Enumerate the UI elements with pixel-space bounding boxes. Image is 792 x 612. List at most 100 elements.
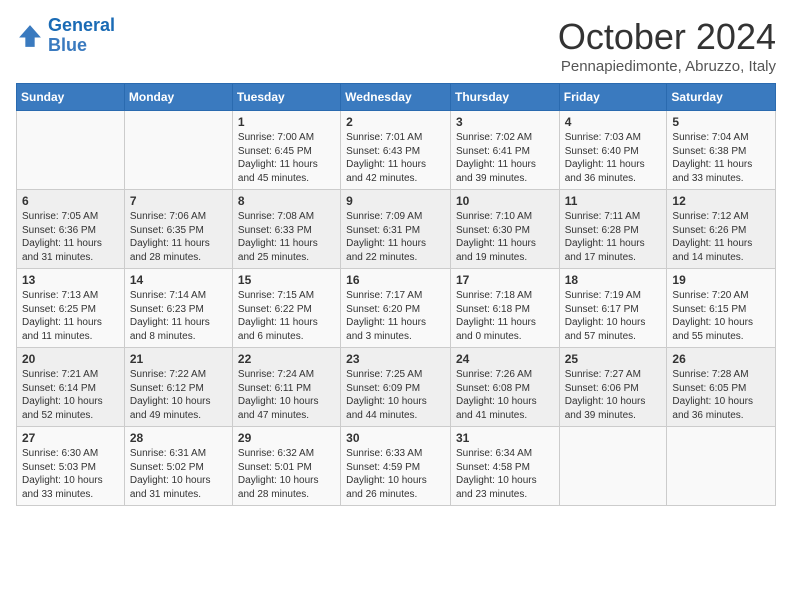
- day-number: 27: [22, 431, 119, 445]
- calendar-cell: 11 Sunrise: 7:11 AMSunset: 6:28 PMDayligh…: [559, 190, 667, 269]
- header-day-tuesday: Tuesday: [232, 84, 340, 111]
- day-number: 26: [672, 352, 770, 366]
- day-info: Sunrise: 7:01 AMSunset: 6:43 PMDaylight:…: [346, 131, 445, 185]
- day-number: 17: [456, 273, 554, 287]
- calendar-week-5: 27 Sunrise: 6:30 AMSunset: 5:03 PMDayligh…: [17, 427, 776, 506]
- day-info: Sunrise: 7:11 AMSunset: 6:28 PMDaylight:…: [565, 210, 662, 264]
- calendar-cell: [17, 111, 125, 190]
- logo: General Blue: [16, 16, 115, 56]
- calendar-cell: 26Sunrise: 7:28 AMSunset: 6:05 PMDayligh…: [667, 348, 776, 427]
- calendar-cell: 17 Sunrise: 7:18 AMSunset: 6:18 PMDayligh…: [450, 269, 559, 348]
- calendar-cell: 1 Sunrise: 7:00 AMSunset: 6:45 PMDaylight…: [232, 111, 340, 190]
- day-number: 29: [238, 431, 335, 445]
- calendar-cell: 22Sunrise: 7:24 AMSunset: 6:11 PMDayligh…: [232, 348, 340, 427]
- day-number: 12: [672, 194, 770, 208]
- calendar-cell: 2 Sunrise: 7:01 AMSunset: 6:43 PMDaylight…: [341, 111, 451, 190]
- calendar-cell: [667, 427, 776, 506]
- day-number: 20: [22, 352, 119, 366]
- day-info: Sunrise: 6:31 AMSunset: 5:02 PMDaylight:…: [130, 447, 227, 501]
- day-number: 3: [456, 115, 554, 129]
- day-number: 8: [238, 194, 335, 208]
- day-info: Sunrise: 7:03 AMSunset: 6:40 PMDaylight:…: [565, 131, 662, 185]
- day-info: Sunrise: 7:26 AMSunset: 6:08 PMDaylight:…: [456, 368, 554, 422]
- day-number: 15: [238, 273, 335, 287]
- calendar-cell: 4 Sunrise: 7:03 AMSunset: 6:40 PMDaylight…: [559, 111, 667, 190]
- day-number: 4: [565, 115, 662, 129]
- calendar-cell: 27 Sunrise: 6:30 AMSunset: 5:03 PMDayligh…: [17, 427, 125, 506]
- calendar-cell: 23 Sunrise: 7:25 AMSunset: 6:09 PMDayligh…: [341, 348, 451, 427]
- day-info: Sunrise: 6:32 AMSunset: 5:01 PMDaylight:…: [238, 447, 335, 501]
- day-number: 6: [22, 194, 119, 208]
- calendar-cell: 18Sunrise: 7:19 AMSunset: 6:17 PMDayligh…: [559, 269, 667, 348]
- day-info: Sunrise: 7:15 AMSunset: 6:22 PMDaylight:…: [238, 289, 335, 343]
- day-info: Sunrise: 6:30 AMSunset: 5:03 PMDaylight:…: [22, 447, 119, 501]
- calendar-cell: 5Sunrise: 7:04 AMSunset: 6:38 PMDaylight…: [667, 111, 776, 190]
- logo-icon: [16, 22, 44, 50]
- calendar-cell: [559, 427, 667, 506]
- day-number: 28: [130, 431, 227, 445]
- calendar-cell: 19Sunrise: 7:20 AMSunset: 6:15 PMDayligh…: [667, 269, 776, 348]
- day-number: 9: [346, 194, 445, 208]
- day-info: Sunrise: 7:27 AMSunset: 6:06 PMDaylight:…: [565, 368, 662, 422]
- calendar-table: SundayMondayTuesdayWednesdayThursdayFrid…: [16, 83, 776, 506]
- calendar-week-3: 13 Sunrise: 7:13 AMSunset: 6:25 PMDayligh…: [17, 269, 776, 348]
- title-block: October 2024 Pennapiedimonte, Abruzzo, I…: [558, 16, 776, 75]
- day-number: 16: [346, 273, 445, 287]
- logo-line1: General: [48, 15, 115, 35]
- day-info: Sunrise: 7:00 AMSunset: 6:45 PMDaylight:…: [238, 131, 335, 185]
- day-info: Sunrise: 7:22 AMSunset: 6:12 PMDaylight:…: [130, 368, 227, 422]
- day-number: 5: [672, 115, 770, 129]
- calendar-cell: 14Sunrise: 7:14 AMSunset: 6:23 PMDayligh…: [124, 269, 232, 348]
- day-number: 31: [456, 431, 554, 445]
- day-number: 23: [346, 352, 445, 366]
- calendar-cell: 16Sunrise: 7:17 AMSunset: 6:20 PMDayligh…: [341, 269, 451, 348]
- calendar-cell: 25 Sunrise: 7:27 AMSunset: 6:06 PMDayligh…: [559, 348, 667, 427]
- calendar-cell: 9Sunrise: 7:09 AMSunset: 6:31 PMDaylight…: [341, 190, 451, 269]
- day-number: 30: [346, 431, 445, 445]
- calendar-cell: 13 Sunrise: 7:13 AMSunset: 6:25 PMDayligh…: [17, 269, 125, 348]
- calendar-cell: 31 Sunrise: 6:34 AMSunset: 4:58 PMDayligh…: [450, 427, 559, 506]
- day-info: Sunrise: 7:12 AMSunset: 6:26 PMDaylight:…: [672, 210, 770, 264]
- day-number: 10: [456, 194, 554, 208]
- day-number: 2: [346, 115, 445, 129]
- day-number: 21: [130, 352, 227, 366]
- day-info: Sunrise: 7:25 AMSunset: 6:09 PMDaylight:…: [346, 368, 445, 422]
- day-info: Sunrise: 7:13 AMSunset: 6:25 PMDaylight:…: [22, 289, 119, 343]
- header-day-wednesday: Wednesday: [341, 84, 451, 111]
- calendar-cell: 21 Sunrise: 7:22 AMSunset: 6:12 PMDayligh…: [124, 348, 232, 427]
- day-info: Sunrise: 6:34 AMSunset: 4:58 PMDaylight:…: [456, 447, 554, 501]
- day-info: Sunrise: 7:06 AMSunset: 6:35 PMDaylight:…: [130, 210, 227, 264]
- month-title: October 2024: [558, 16, 776, 58]
- header: General Blue October 2024 Pennapiedimont…: [16, 16, 776, 75]
- calendar-cell: 7 Sunrise: 7:06 AMSunset: 6:35 PMDaylight…: [124, 190, 232, 269]
- day-info: Sunrise: 7:14 AMSunset: 6:23 PMDaylight:…: [130, 289, 227, 343]
- day-number: 13: [22, 273, 119, 287]
- logo-text: General Blue: [48, 16, 115, 56]
- calendar-cell: 20Sunrise: 7:21 AMSunset: 6:14 PMDayligh…: [17, 348, 125, 427]
- day-number: 7: [130, 194, 227, 208]
- calendar-cell: 24 Sunrise: 7:26 AMSunset: 6:08 PMDayligh…: [450, 348, 559, 427]
- calendar-cell: [124, 111, 232, 190]
- day-number: 24: [456, 352, 554, 366]
- logo-line2: Blue: [48, 35, 87, 55]
- day-info: Sunrise: 7:18 AMSunset: 6:18 PMDaylight:…: [456, 289, 554, 343]
- header-day-friday: Friday: [559, 84, 667, 111]
- day-info: Sunrise: 7:08 AMSunset: 6:33 PMDaylight:…: [238, 210, 335, 264]
- calendar-week-2: 6 Sunrise: 7:05 AMSunset: 6:36 PMDaylight…: [17, 190, 776, 269]
- day-info: Sunrise: 7:05 AMSunset: 6:36 PMDaylight:…: [22, 210, 119, 264]
- day-info: Sunrise: 7:24 AMSunset: 6:11 PMDaylight:…: [238, 368, 335, 422]
- header-day-saturday: Saturday: [667, 84, 776, 111]
- calendar-cell: 29 Sunrise: 6:32 AMSunset: 5:01 PMDayligh…: [232, 427, 340, 506]
- day-number: 25: [565, 352, 662, 366]
- day-info: Sunrise: 7:10 AMSunset: 6:30 PMDaylight:…: [456, 210, 554, 264]
- day-number: 1: [238, 115, 335, 129]
- calendar-cell: 8 Sunrise: 7:08 AMSunset: 6:33 PMDaylight…: [232, 190, 340, 269]
- day-number: 11: [565, 194, 662, 208]
- calendar-header-row: SundayMondayTuesdayWednesdayThursdayFrid…: [17, 84, 776, 111]
- day-info: Sunrise: 7:20 AMSunset: 6:15 PMDaylight:…: [672, 289, 770, 343]
- calendar-week-4: 20Sunrise: 7:21 AMSunset: 6:14 PMDayligh…: [17, 348, 776, 427]
- day-info: Sunrise: 6:33 AMSunset: 4:59 PMDaylight:…: [346, 447, 445, 501]
- calendar-cell: 15 Sunrise: 7:15 AMSunset: 6:22 PMDayligh…: [232, 269, 340, 348]
- calendar-cell: 3Sunrise: 7:02 AMSunset: 6:41 PMDaylight…: [450, 111, 559, 190]
- header-day-sunday: Sunday: [17, 84, 125, 111]
